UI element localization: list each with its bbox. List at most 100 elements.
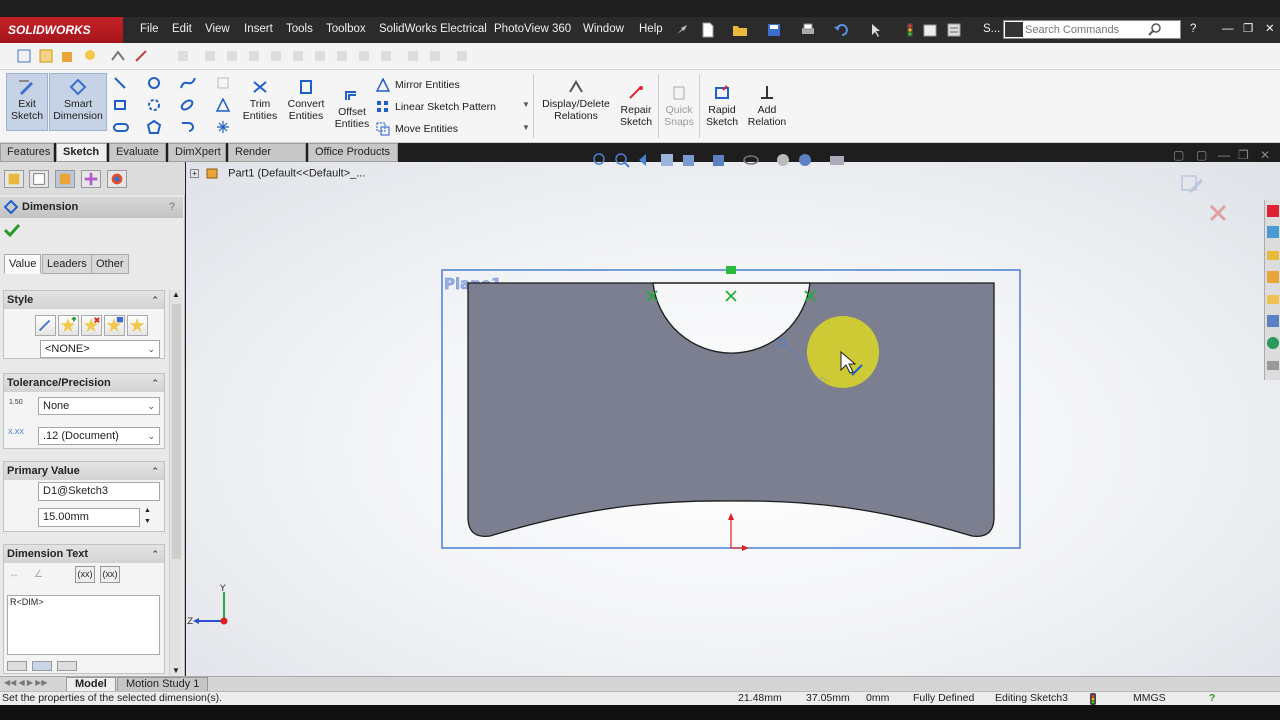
collapse-icon[interactable]: ⌃ xyxy=(151,374,159,392)
view-palette-icon[interactable] xyxy=(1266,291,1280,307)
green-handle[interactable] xyxy=(726,266,736,274)
circle-icon[interactable] xyxy=(147,76,161,90)
dimension-value-field[interactable]: 15.00mm xyxy=(38,508,140,527)
collapse-icon[interactable]: ⌃ xyxy=(151,291,159,309)
file-properties-icon[interactable] xyxy=(922,22,938,38)
line-icon[interactable] xyxy=(113,76,127,90)
property-manager-icon[interactable] xyxy=(29,170,49,188)
dimension-text-box[interactable]: R<DIM> xyxy=(7,595,160,655)
menu-edit[interactable]: Edit xyxy=(172,17,192,43)
subtab-leaders[interactable]: Leaders xyxy=(42,254,92,274)
configuration-manager-icon[interactable] xyxy=(55,170,75,188)
style-group-header[interactable]: Style ⌃ xyxy=(4,291,164,309)
search-type-icon[interactable] xyxy=(1005,22,1023,37)
help-icon[interactable]: ? xyxy=(169,197,175,218)
justify-center-icon[interactable] xyxy=(32,661,52,671)
spin-down-icon[interactable]: ▼ xyxy=(144,518,151,525)
sketch-icon[interactable] xyxy=(16,48,32,64)
help-question-icon[interactable]: ? xyxy=(1190,17,1196,43)
style-combo[interactable]: <NONE> ⌄ xyxy=(40,340,160,358)
search-input[interactable] xyxy=(1025,22,1155,37)
section-view-icon[interactable] xyxy=(658,152,676,168)
inspection-dimension-button[interactable]: (xx) xyxy=(100,566,120,583)
justify-left-icon[interactable] xyxy=(7,661,27,671)
hide-show-items-icon[interactable] xyxy=(774,152,792,168)
save-style-icon[interactable] xyxy=(104,315,125,336)
display-delete-relations-button[interactable]: Display/Delete Relations xyxy=(538,74,614,132)
appearances-icon[interactable] xyxy=(1266,313,1280,329)
tab-motion-study-1[interactable]: Motion Study 1 xyxy=(117,677,209,692)
zoom-to-area-icon[interactable] xyxy=(614,152,632,168)
quick-snaps-button[interactable]: Quick Snaps xyxy=(661,80,697,136)
status-units[interactable]: MMGS xyxy=(1133,692,1166,705)
menu-insert[interactable]: Insert xyxy=(244,17,273,43)
rebuild-status-icon[interactable] xyxy=(1088,693,1098,705)
trim-entities-button[interactable]: Trim Entities xyxy=(238,74,282,132)
solidworks-resources-icon[interactable] xyxy=(1266,203,1280,219)
spin-up-icon[interactable]: ▲ xyxy=(144,507,151,514)
minimize-doc-icon[interactable]: — xyxy=(1218,148,1230,162)
restore-window-icon[interactable]: ❐ xyxy=(1243,17,1253,43)
panel-scrollbar[interactable]: ▲ ▼ xyxy=(169,290,182,675)
options-icon[interactable] xyxy=(946,22,962,38)
rapid-sketch-button[interactable]: Rapid Sketch xyxy=(703,80,741,136)
tab-scroll-arrows-icon[interactable]: ◀◀ ◀ ▶ ▶▶ xyxy=(4,678,48,687)
menu-solidworks-electrical[interactable]: SolidWorks Electrical xyxy=(379,17,487,43)
load-style-icon[interactable] xyxy=(127,315,148,336)
dimension-text-header[interactable]: Dimension Text ⌃ xyxy=(4,545,164,563)
pattern-dropdown-arrow[interactable]: ▼ xyxy=(522,100,530,109)
point-center[interactable] xyxy=(725,290,737,302)
save-icon[interactable] xyxy=(766,22,782,38)
dynamic-annotation-icon[interactable] xyxy=(680,152,698,168)
delete-style-icon[interactable] xyxy=(81,315,102,336)
point-icon[interactable] xyxy=(216,120,230,134)
menu-help[interactable]: Help xyxy=(639,17,663,43)
weld-icon[interactable] xyxy=(133,48,149,64)
display-manager-icon[interactable] xyxy=(107,170,127,188)
sketch-fillet-icon[interactable] xyxy=(216,76,230,90)
expand-icon[interactable]: + xyxy=(190,169,199,178)
rectangle-icon[interactable] xyxy=(113,98,127,112)
bulb-icon[interactable] xyxy=(82,48,98,64)
display-style-icon[interactable] xyxy=(742,152,760,168)
menu-photoview-360[interactable]: PhotoView 360 xyxy=(494,17,571,43)
exit-sketch-corner-icon[interactable] xyxy=(1181,175,1204,194)
add-relation-button[interactable]: Add Relation xyxy=(744,80,790,136)
move-dropdown-arrow[interactable]: ▼ xyxy=(522,123,530,132)
viewport-single-icon[interactable]: ▢ xyxy=(1173,148,1184,162)
spline-icon[interactable] xyxy=(180,76,196,90)
scrollbar-thumb[interactable] xyxy=(172,304,181,559)
subtab-other[interactable]: Other xyxy=(91,254,129,274)
zoom-to-fit-icon[interactable] xyxy=(592,152,610,168)
leader-angle-icon[interactable]: ∠ xyxy=(34,569,43,580)
menu-file[interactable]: File xyxy=(140,17,159,43)
precision-combo[interactable]: .12 (Document) ⌄ xyxy=(38,427,160,445)
menu-toolbox[interactable]: Toolbox xyxy=(326,17,366,43)
exit-sketch-button[interactable]: Exit Sketch xyxy=(6,73,48,131)
dimxpert-manager-icon[interactable] xyxy=(81,170,101,188)
move-entities-button[interactable]: Move Entities xyxy=(376,122,458,136)
offset-entities-button[interactable]: Offset Entities xyxy=(331,82,373,138)
close-window-icon[interactable]: ✕ xyxy=(1265,17,1275,43)
routing-icon[interactable] xyxy=(110,48,126,64)
sketch-canvas[interactable]: Plane1 ◁ ▷ xyxy=(436,262,1036,562)
edit-appearance-icon[interactable] xyxy=(796,152,814,168)
collapse-icon[interactable]: ⌃ xyxy=(151,462,159,480)
smart-dimension-button[interactable]: Smart Dimension xyxy=(49,73,107,131)
toolbox-icon[interactable] xyxy=(1266,357,1280,373)
previous-view-icon[interactable] xyxy=(636,152,654,168)
print-icon[interactable] xyxy=(800,22,816,38)
menu-window[interactable]: Window xyxy=(583,17,624,43)
apply-style-icon[interactable] xyxy=(35,315,56,336)
tab-features[interactable]: Features xyxy=(0,143,54,162)
restore-doc-icon[interactable]: ❐ xyxy=(1238,148,1249,162)
tab-render-tools[interactable]: Render Tools xyxy=(228,143,306,175)
sketch-profile[interactable] xyxy=(467,282,995,538)
repair-sketch-button[interactable]: Repair Sketch xyxy=(617,80,655,136)
custom-properties-icon[interactable] xyxy=(1266,335,1280,351)
close-doc-icon[interactable]: ✕ xyxy=(1260,148,1270,162)
subtab-value[interactable]: Value xyxy=(4,254,42,274)
add-style-icon[interactable] xyxy=(58,315,79,336)
mirror-entities-button[interactable]: Mirror Entities xyxy=(376,78,460,92)
primary-value-header[interactable]: Primary Value ⌃ xyxy=(4,462,164,480)
